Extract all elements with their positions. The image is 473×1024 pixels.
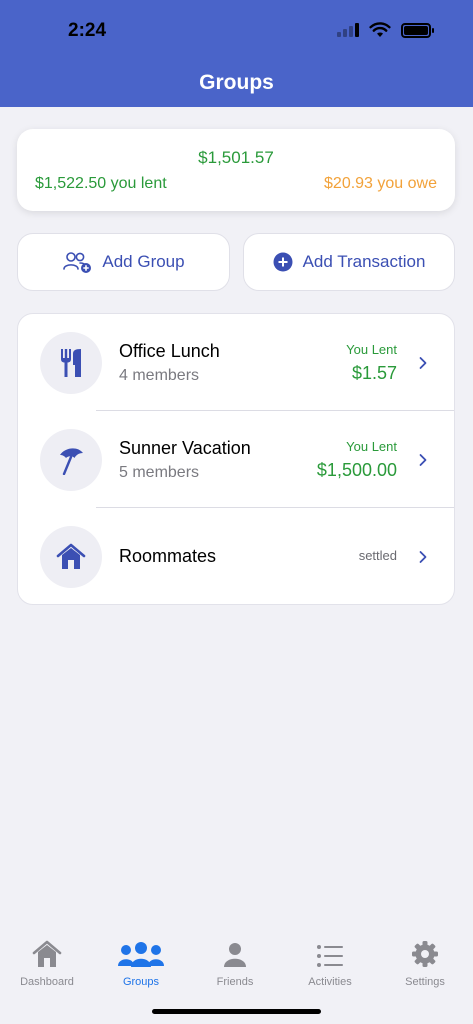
app-header: 2:24 Groups	[0, 0, 473, 107]
group-amount: $1.57	[351, 363, 397, 383]
fork-knife-icon	[61, 349, 81, 377]
plus-circle-icon	[273, 252, 293, 272]
group-avatar	[40, 526, 102, 588]
person-icon	[224, 943, 246, 967]
chevron-right-icon	[419, 551, 427, 563]
summary-total: $1,501.57	[198, 148, 274, 167]
beach-umbrella-icon	[60, 448, 83, 475]
status-time: 2:24	[68, 20, 107, 41]
status-icons	[337, 22, 434, 38]
group-members: 5 members	[119, 464, 200, 481]
group-name: Sunner Vacation	[119, 438, 251, 458]
group-name: Roommates	[119, 546, 217, 566]
cellular-signal-icon	[337, 23, 359, 37]
group-status: settled	[358, 548, 397, 563]
tab-friends[interactable]: Friends	[188, 940, 282, 988]
add-user-group-icon	[63, 252, 92, 273]
house-icon	[32, 940, 62, 967]
page-title: Groups	[199, 71, 274, 94]
group-row-roommates[interactable]: Roommates settled	[18, 508, 454, 605]
tab-label: Friends	[216, 976, 254, 988]
balance-summary-card: $1,501.57 $1,522.50 you lent $20.93 you …	[17, 129, 455, 211]
group-status: You Lent	[346, 342, 397, 357]
tab-groups[interactable]: Groups	[94, 940, 188, 988]
tab-settings[interactable]: Settings	[378, 940, 472, 988]
tab-label: Activities	[308, 976, 352, 988]
tab-label: Groups	[122, 976, 160, 988]
add-group-button[interactable]: Add Group	[17, 233, 230, 291]
group-members: 4 members	[119, 367, 200, 384]
chevron-right-icon	[419, 357, 427, 369]
summary-owe: $20.93 you owe	[324, 175, 437, 192]
battery-icon	[401, 22, 434, 38]
list-icon	[317, 945, 343, 967]
groups-list: Office Lunch 4 members You Lent $1.57 Su…	[17, 313, 455, 605]
wifi-icon	[369, 22, 391, 37]
chevron-right-icon	[419, 454, 427, 466]
gear-icon	[412, 941, 438, 967]
group-row-office-lunch[interactable]: Office Lunch 4 members You Lent $1.57	[18, 314, 454, 411]
add-group-label: Add Group	[102, 252, 185, 271]
tab-label: Settings	[405, 976, 445, 988]
group-row-sunner-vacation[interactable]: Sunner Vacation 5 members You Lent $1,50…	[18, 411, 454, 508]
group-avatar	[40, 429, 102, 491]
house-icon	[56, 543, 86, 569]
add-transaction-label: Add Transaction	[302, 252, 426, 271]
tab-dashboard[interactable]: Dashboard	[0, 940, 94, 988]
group-name: Office Lunch	[119, 341, 220, 361]
people-group-icon	[118, 942, 164, 967]
group-status: You Lent	[346, 439, 397, 454]
summary-lent: $1,522.50 you lent	[35, 175, 167, 192]
tab-label: Dashboard	[20, 976, 74, 988]
group-amount: $1,500.00	[316, 460, 397, 480]
tab-activities[interactable]: Activities	[283, 940, 377, 988]
add-transaction-button[interactable]: Add Transaction	[243, 233, 455, 291]
home-indicator	[152, 1009, 321, 1014]
group-avatar	[40, 332, 102, 394]
